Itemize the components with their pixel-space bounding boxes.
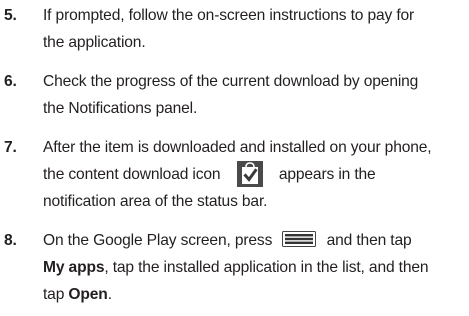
content-download-icon [236,161,263,187]
step-text-fragment: . [107,286,112,303]
step-number: 6. [4,73,17,90]
step-line-with-icon: On the Google Play screen, press and the… [43,227,469,254]
step-text-fragment: On the Google Play screen, press [43,232,273,249]
step-text-fragment: tap [43,286,69,303]
step-line: After the item is downloaded and install… [43,139,432,156]
step-line: the Notifications panel. [43,100,198,117]
step-text: On the Google Play screen, press and the… [43,227,469,308]
step-8: 8. On the Google Play screen, press and … [0,227,469,308]
open-label: Open [68,286,108,303]
step-number: 7. [4,139,17,156]
step-text-fragment: and then tap [326,232,412,249]
step-text: Check the progress of the current downlo… [43,68,469,122]
step-line: notification area of the status bar. [43,193,268,210]
step-line-with-icon: the content download icon appears in the [43,161,469,188]
step-number: 5. [4,7,17,24]
step-text-fragment: , tap the installed application in the l… [104,259,429,276]
step-text-fragment: the content download icon [43,166,221,183]
step-6: 6. Check the progress of the current dow… [0,68,469,122]
step-text: After the item is downloaded and install… [43,134,469,215]
step-line: My apps, tap the installed application i… [43,254,469,281]
step-number: 8. [4,232,17,249]
step-7: 7. After the item is downloaded and inst… [0,134,469,215]
step-5: 5. If prompted, follow the on-screen ins… [0,2,469,56]
my-apps-label: My apps [43,259,105,276]
step-line: If prompted, follow the on-screen instru… [43,7,415,24]
step-text-fragment: appears in the [278,166,376,183]
step-line: the application. [43,34,146,51]
step-text: If prompted, follow the on-screen instru… [43,2,469,56]
menu-key-icon [282,231,317,247]
step-line: Check the progress of the current downlo… [43,73,419,90]
step-line: tap Open. [43,281,469,308]
